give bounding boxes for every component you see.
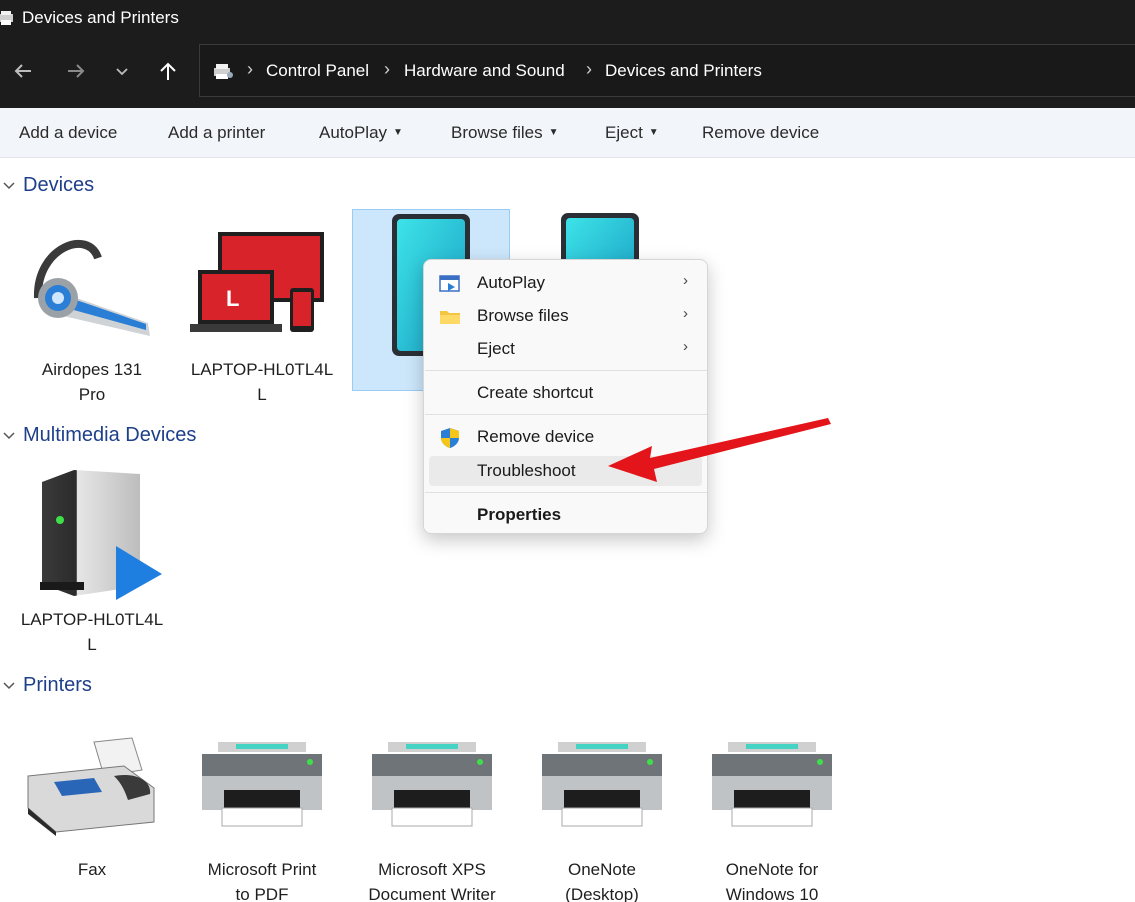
menu-item-label: Properties bbox=[477, 505, 562, 524]
media-server-icon bbox=[40, 470, 162, 600]
eject-button[interactable]: Eject ▼ bbox=[605, 123, 659, 143]
device-item-airdopes[interactable]: Airdopes 131 Pro bbox=[14, 212, 170, 407]
chevron-down-icon bbox=[116, 68, 128, 76]
breadcrumb-separator: › bbox=[586, 59, 592, 79]
printer-item-onenote-desktop[interactable]: OneNote (Desktop) bbox=[524, 712, 680, 902]
devices-printers-icon bbox=[0, 11, 13, 25]
breadcrumb-separator: › bbox=[384, 59, 390, 79]
forward-button[interactable] bbox=[61, 56, 91, 86]
back-button[interactable] bbox=[8, 56, 38, 86]
title-bar: Devices and Printers bbox=[0, 0, 1135, 36]
section-title: Multimedia Devices bbox=[23, 424, 197, 446]
printer-label: Microsoft XPS bbox=[378, 860, 486, 879]
printer-label: Fax bbox=[77, 860, 107, 879]
printer-label: Document Writer bbox=[368, 885, 496, 902]
printer-item-fax[interactable]: Fax bbox=[14, 712, 170, 902]
printer-icon bbox=[372, 742, 492, 827]
menu-item-properties[interactable]: Properties bbox=[429, 500, 702, 530]
arrow-up-icon bbox=[160, 62, 176, 80]
printer-item-onenote-windows10[interactable]: OneNote for Windows 10 bbox=[694, 712, 850, 902]
printer-label: OneNote bbox=[567, 860, 637, 879]
menu-item-label: Troubleshoot bbox=[477, 461, 576, 480]
chevron-down-icon bbox=[3, 182, 15, 190]
autoplay-button[interactable]: AutoPlay ▼ bbox=[319, 123, 403, 143]
context-menu: AutoPlay › Browse files › Eject › Create… bbox=[423, 259, 708, 534]
breadcrumb-separator: › bbox=[247, 59, 253, 79]
add-device-button[interactable]: Add a device bbox=[19, 123, 117, 143]
device-label: Pro bbox=[78, 385, 106, 404]
menu-item-label: Browse files bbox=[477, 306, 569, 325]
chevron-down-icon bbox=[3, 682, 15, 690]
computer-icon: L bbox=[190, 232, 324, 332]
up-button[interactable] bbox=[153, 56, 183, 86]
breadcrumb-hardware-and-sound[interactable]: Hardware and Sound bbox=[404, 61, 565, 81]
section-header-multimedia[interactable]: Multimedia Devices bbox=[0, 424, 260, 452]
menu-item-label: Remove device bbox=[477, 427, 595, 446]
menu-item-eject[interactable]: Eject › bbox=[429, 334, 702, 364]
menu-separator bbox=[425, 492, 707, 493]
printer-item-microsoft-print-to-pdf[interactable]: Microsoft Print to PDF bbox=[184, 712, 340, 902]
device-item-laptop[interactable]: L LAPTOP-HL0TL4L L bbox=[184, 212, 340, 407]
menu-item-label: Create shortcut bbox=[477, 383, 594, 402]
printer-label: Windows 10 bbox=[725, 885, 819, 902]
command-bar: Add a device Add a printer AutoPlay ▼ Bro… bbox=[0, 108, 1135, 158]
device-label: L bbox=[257, 385, 267, 404]
printer-label: OneNote for bbox=[725, 860, 819, 879]
chevron-down-icon bbox=[3, 432, 15, 440]
folder-icon bbox=[440, 311, 460, 324]
browse-files-button[interactable]: Browse files ▼ bbox=[451, 123, 559, 143]
device-label: L bbox=[87, 635, 97, 654]
dropdown-caret-icon: ▼ bbox=[548, 127, 559, 138]
printer-label: (Desktop) bbox=[565, 885, 639, 902]
fax-icon bbox=[27, 737, 155, 836]
headset-icon bbox=[33, 239, 150, 336]
address-bar[interactable]: › Control Panel › Hardware and Sound › D… bbox=[199, 44, 1135, 97]
autoplay-icon bbox=[439, 275, 460, 292]
chevron-right-icon: › bbox=[683, 305, 688, 322]
autoplay-label: AutoPlay bbox=[319, 123, 388, 142]
multimedia-item-laptop[interactable]: LAPTOP-HL0TL4L L bbox=[14, 462, 170, 657]
printer-icon bbox=[202, 742, 322, 827]
menu-item-label: AutoPlay bbox=[477, 273, 546, 292]
menu-item-create-shortcut[interactable]: Create shortcut bbox=[429, 378, 702, 408]
navigation-bar: › Control Panel › Hardware and Sound › D… bbox=[0, 36, 1135, 108]
printer-label: Microsoft Print bbox=[207, 860, 317, 879]
device-label: Airdopes 131 bbox=[41, 360, 143, 379]
section-title: Devices bbox=[23, 174, 95, 196]
printer-icon bbox=[712, 742, 832, 827]
recent-locations-button[interactable] bbox=[107, 56, 137, 86]
add-printer-button[interactable]: Add a printer bbox=[168, 123, 265, 143]
section-title: Printers bbox=[23, 674, 92, 696]
menu-item-autoplay[interactable]: AutoPlay › bbox=[429, 268, 702, 298]
shield-icon bbox=[441, 428, 459, 448]
browse-files-label: Browse files bbox=[451, 123, 543, 142]
chevron-right-icon: › bbox=[683, 272, 688, 289]
menu-item-troubleshoot[interactable]: Troubleshoot bbox=[429, 456, 702, 486]
chevron-right-icon: › bbox=[683, 338, 688, 355]
svg-text:L: L bbox=[226, 286, 239, 311]
device-label: LAPTOP-HL0TL4L bbox=[20, 610, 164, 629]
breadcrumb-control-panel[interactable]: Control Panel bbox=[266, 61, 369, 81]
window-title: Devices and Printers bbox=[22, 8, 179, 27]
menu-separator bbox=[425, 414, 707, 415]
menu-item-browse-files[interactable]: Browse files › bbox=[429, 301, 702, 331]
printer-item-microsoft-xps[interactable]: Microsoft XPS Document Writer bbox=[354, 712, 510, 902]
printer-label: to PDF bbox=[235, 885, 289, 902]
menu-item-remove-device[interactable]: Remove device bbox=[429, 422, 702, 452]
device-label: LAPTOP-HL0TL4L bbox=[190, 360, 334, 379]
devices-printers-icon bbox=[214, 64, 233, 79]
printer-icon bbox=[542, 742, 662, 827]
dropdown-caret-icon: ▼ bbox=[393, 127, 403, 138]
arrow-left-icon bbox=[14, 64, 31, 78]
menu-item-label: Eject bbox=[477, 339, 515, 358]
breadcrumb-devices-and-printers[interactable]: Devices and Printers bbox=[605, 61, 762, 81]
menu-separator bbox=[425, 370, 707, 371]
section-header-printers[interactable]: Printers bbox=[0, 674, 200, 702]
eject-label: Eject bbox=[605, 123, 643, 142]
remove-device-button[interactable]: Remove device bbox=[702, 123, 819, 143]
dropdown-caret-icon: ▼ bbox=[648, 127, 659, 138]
section-header-devices[interactable]: Devices bbox=[0, 174, 200, 202]
arrow-right-icon bbox=[68, 64, 85, 78]
